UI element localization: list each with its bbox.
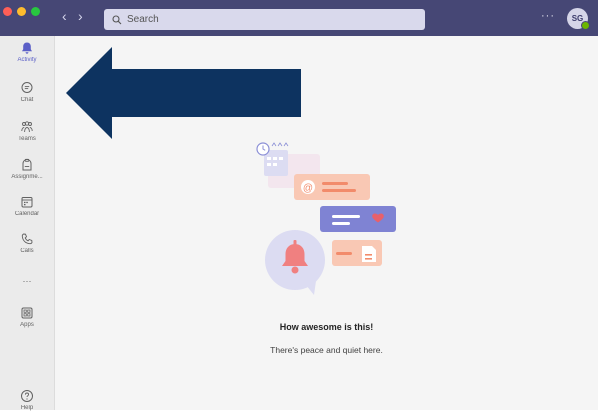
app-rail: Activity Chat Teams Assignme... Calendar… <box>0 36 55 411</box>
close-window-button[interactable] <box>3 7 12 16</box>
presence-status-badge <box>581 21 590 30</box>
calendar-icon <box>21 197 33 208</box>
svg-text:@: @ <box>303 183 313 194</box>
empty-state-illustration: @ <box>256 142 396 295</box>
search-icon <box>112 14 122 24</box>
rail-item-calendar[interactable]: Calendar <box>0 195 54 217</box>
apps-icon <box>21 307 33 319</box>
rail-item-teams[interactable]: Teams <box>0 120 54 142</box>
search-placeholder: Search <box>127 14 159 25</box>
assignments-icon <box>22 158 32 171</box>
rail-label-chat: Chat <box>20 97 34 103</box>
teams-icon <box>21 121 33 133</box>
rail-label-help: Help <box>20 405 34 411</box>
search-input[interactable]: Search <box>104 9 425 30</box>
rail-item-calls[interactable]: Calls <box>0 232 54 254</box>
back-arrow-icon[interactable]: ‹ <box>62 9 67 23</box>
bell-icon <box>22 42 32 54</box>
phone-icon <box>21 233 33 245</box>
title-bar: ‹ › Search ··· SG <box>0 0 598 36</box>
rail-label-calendar: Calendar <box>14 211 40 217</box>
left-arrow-annotation-icon <box>66 47 301 139</box>
rail-item-chat[interactable]: Chat <box>0 81 54 103</box>
rail-item-help[interactable]: Help <box>0 389 54 411</box>
rail-item-apps[interactable]: Apps <box>0 306 54 328</box>
chat-icon <box>21 82 33 93</box>
rail-label-calls: Calls <box>20 248 34 254</box>
avatar[interactable]: SG <box>567 8 590 30</box>
rail-label-apps: Apps <box>20 322 34 328</box>
rail-item-activity[interactable]: Activity <box>0 41 54 63</box>
forward-arrow-icon[interactable]: › <box>78 9 83 23</box>
rail-item-more-apps[interactable]: ··· <box>0 274 54 286</box>
zoom-window-button[interactable] <box>31 7 40 16</box>
empty-state-title: How awesome is this! <box>279 322 374 332</box>
rail-label-activity: Activity <box>17 57 37 63</box>
more-options-button[interactable]: ··· <box>541 10 555 22</box>
rail-label-teams: Teams <box>18 136 36 142</box>
rail-item-assignments[interactable]: Assignme... <box>0 158 54 180</box>
empty-state-subtitle: There's peace and quiet here. <box>270 345 383 355</box>
rail-label-assignments: Assignme... <box>11 174 43 180</box>
more-apps-icon: ··· <box>22 276 32 286</box>
help-icon <box>21 390 33 402</box>
minimize-window-button[interactable] <box>17 7 26 16</box>
